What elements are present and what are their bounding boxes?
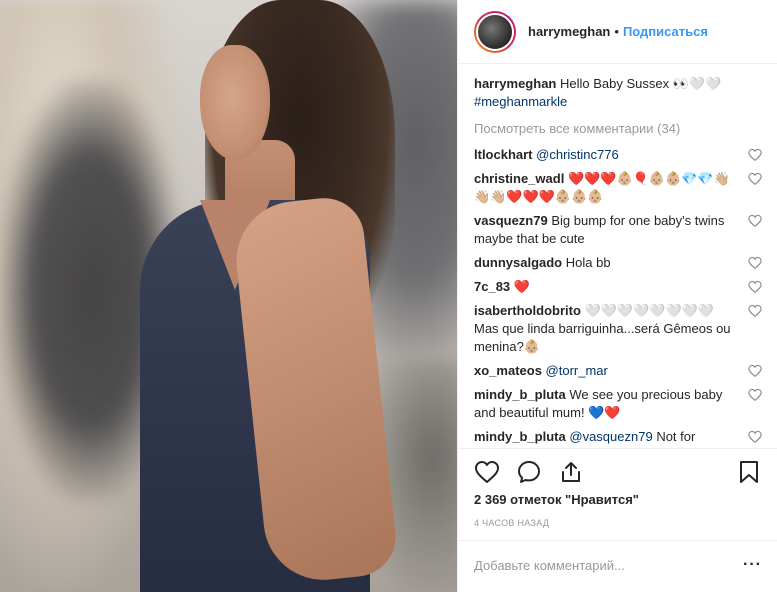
- comment-item: mindy_b_pluta We see you precious baby a…: [474, 386, 762, 422]
- comment-text: ❤️: [513, 279, 530, 294]
- header-separator: •: [614, 24, 619, 39]
- comment-body: christine_wadl ❤️❤️❤️👶🏼🎈👶🏼👶🏼💎💎👋🏼👋🏼👋🏼❤️❤️…: [474, 170, 738, 206]
- comment-bubble-icon[interactable]: [516, 459, 542, 485]
- caption-username[interactable]: harrymeghan: [474, 76, 556, 91]
- comment-like-heart-icon[interactable]: [748, 304, 762, 318]
- comment-body: dunnysalgado Hola bb: [474, 254, 738, 272]
- comment-item: dunnysalgado Hola bb: [474, 254, 762, 272]
- avatar[interactable]: [476, 12, 514, 51]
- add-comment-row: ···: [474, 550, 762, 580]
- comment-item: xo_mateos @torr_mar: [474, 362, 762, 380]
- avatar-story-ring[interactable]: [474, 10, 516, 53]
- comments-list[interactable]: harrymeghan Hello Baby Sussex 👀🤍🤍 #megha…: [458, 75, 777, 447]
- comment-item: mindy_b_pluta @vasquezn79 Not for: [474, 428, 762, 446]
- more-options-icon[interactable]: ···: [743, 556, 762, 574]
- comment-username[interactable]: dunnysalgado: [474, 255, 562, 270]
- caption-hashtag[interactable]: #meghanmarkle: [474, 94, 567, 109]
- view-all-comments-link[interactable]: Посмотреть все комментарии (34): [474, 121, 762, 136]
- divider: [458, 540, 777, 541]
- comment-item: ltlockhart @christinc776: [474, 146, 762, 164]
- comment-username[interactable]: isabertholdobrito: [474, 303, 581, 318]
- comment-like-heart-icon[interactable]: [748, 430, 762, 444]
- action-bar: [474, 458, 762, 486]
- comment-body: isabertholdobrito 🤍🤍🤍🤍🤍🤍🤍🤍Mas que linda …: [474, 302, 738, 356]
- comment-item: vasquezn79 Big bump for one baby's twins…: [474, 212, 762, 248]
- divider: [458, 448, 777, 449]
- comment-text: Not for: [656, 429, 696, 444]
- post-sidebar: harrymeghan • Подписаться harrymeghan He…: [457, 0, 777, 592]
- comment-like-heart-icon[interactable]: [748, 214, 762, 228]
- comment-username[interactable]: mindy_b_pluta: [474, 429, 566, 444]
- comment-body: mindy_b_pluta @vasquezn79 Not for: [474, 428, 738, 446]
- comment-username[interactable]: christine_wadl: [474, 171, 564, 186]
- comment-mention[interactable]: @christinc776: [536, 147, 619, 162]
- comment-like-heart-icon[interactable]: [748, 280, 762, 294]
- comment-username[interactable]: mindy_b_pluta: [474, 387, 566, 402]
- likes-count[interactable]: 2 369 отметок "Нравится": [474, 492, 639, 507]
- instagram-post: harrymeghan • Подписаться harrymeghan He…: [0, 0, 777, 592]
- header-username[interactable]: harrymeghan: [528, 24, 610, 39]
- follow-button[interactable]: Подписаться: [623, 24, 708, 39]
- post-header: harrymeghan • Подписаться: [458, 0, 777, 64]
- comment-like-heart-icon[interactable]: [748, 364, 762, 378]
- comment-container: ltlockhart @christinc776 christine_wadl …: [474, 146, 762, 446]
- comment-username[interactable]: xo_mateos: [474, 363, 542, 378]
- comment-body: vasquezn79 Big bump for one baby's twins…: [474, 212, 738, 248]
- comment-item: isabertholdobrito 🤍🤍🤍🤍🤍🤍🤍🤍Mas que linda …: [474, 302, 762, 356]
- comment-like-heart-icon[interactable]: [748, 148, 762, 162]
- comment-username[interactable]: 7c_83: [474, 279, 510, 294]
- comment-body: mindy_b_pluta We see you precious baby a…: [474, 386, 738, 422]
- post-timestamp: 4 ЧАСОВ НАЗАД: [474, 518, 550, 528]
- comment-mention[interactable]: @vasquezn79: [569, 429, 652, 444]
- add-comment-input[interactable]: [474, 557, 744, 573]
- comment-username[interactable]: ltlockhart: [474, 147, 533, 162]
- bookmark-icon[interactable]: [736, 459, 762, 485]
- like-heart-icon[interactable]: [474, 459, 500, 485]
- comment-like-heart-icon[interactable]: [748, 388, 762, 402]
- post-photo[interactable]: [0, 0, 457, 592]
- comment-item: 7c_83 ❤️: [474, 278, 762, 296]
- comment-body: xo_mateos @torr_mar: [474, 362, 738, 380]
- comment-text: Hola bb: [565, 255, 611, 270]
- comment-like-heart-icon[interactable]: [748, 172, 762, 186]
- comment-username[interactable]: vasquezn79: [474, 213, 548, 228]
- comment-item: christine_wadl ❤️❤️❤️👶🏼🎈👶🏼👶🏼💎💎👋🏼👋🏼👋🏼❤️❤️…: [474, 170, 762, 206]
- comment-body: ltlockhart @christinc776: [474, 146, 738, 164]
- subject-face: [200, 45, 270, 160]
- comment-like-heart-icon[interactable]: [748, 256, 762, 270]
- caption-text: Hello Baby Sussex 👀🤍🤍: [560, 76, 722, 91]
- post-caption: harrymeghan Hello Baby Sussex 👀🤍🤍 #megha…: [474, 75, 762, 111]
- share-icon[interactable]: [558, 459, 584, 485]
- comment-mention[interactable]: @torr_mar: [546, 363, 608, 378]
- comment-body: 7c_83 ❤️: [474, 278, 738, 296]
